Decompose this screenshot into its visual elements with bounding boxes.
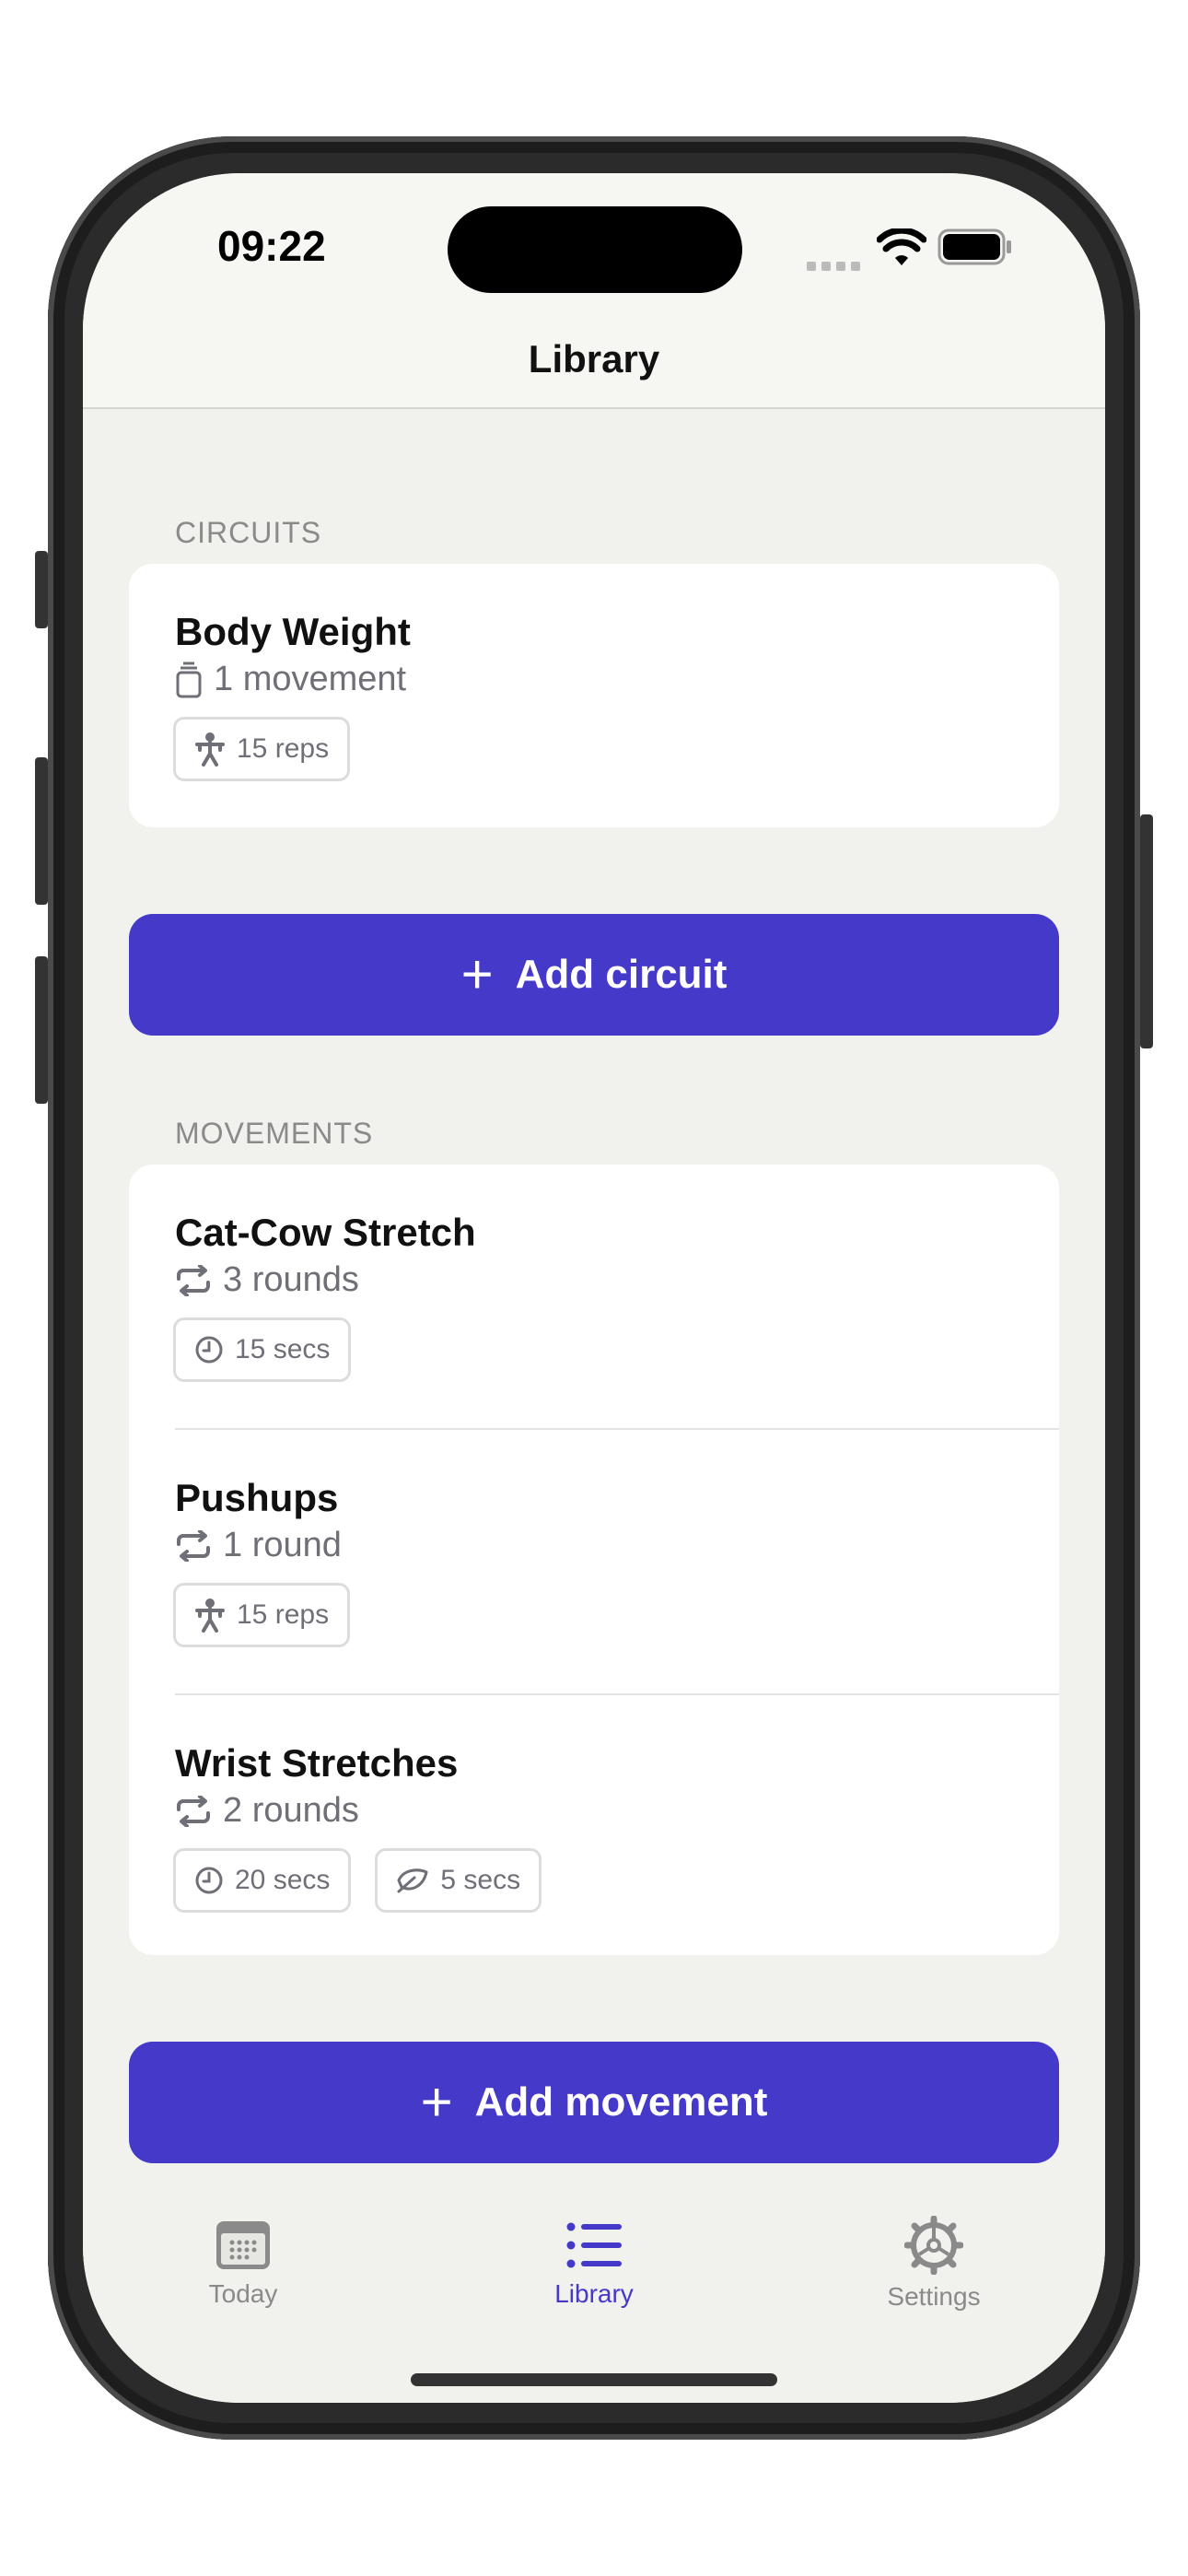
chip-label: 15 reps <box>237 1599 330 1630</box>
repeat-icon <box>177 1795 210 1827</box>
movement-row[interactable]: Wrist Stretches 2 rounds 20 secs 5 secs <box>129 1695 1059 1955</box>
page-title: Library <box>528 337 660 381</box>
circuit-chips: 15 reps <box>173 717 351 781</box>
circuit-title: Body Weight <box>175 610 411 653</box>
silent-switch <box>35 551 48 628</box>
status-bar: 09:22 <box>83 173 1105 311</box>
chip-label: 5 secs <box>440 1865 521 1895</box>
movement-subtitle: 1 round <box>175 1526 342 1565</box>
figure-icon <box>195 1598 225 1633</box>
stack-icon <box>176 662 202 697</box>
dynamic-island <box>448 206 742 293</box>
repeat-icon <box>177 1529 210 1562</box>
chip: 20 secs <box>173 1848 352 1913</box>
chip: 15 secs <box>173 1317 352 1382</box>
repeat-icon <box>177 1264 210 1296</box>
movement-row[interactable]: Pushups 1 round 15 reps <box>129 1430 1059 1693</box>
circuits-section-label: CIRCUITS <box>175 516 322 549</box>
calendar-icon <box>216 2221 270 2269</box>
tab-settings[interactable]: Settings <box>814 2200 1054 2312</box>
list-icon <box>566 2222 622 2268</box>
add-circuit-button[interactable]: + Add circuit <box>129 914 1059 1036</box>
chip: 15 reps <box>173 1583 351 1647</box>
movement-subtitle: 2 rounds <box>175 1791 359 1831</box>
tab-bar: Today Library Settings <box>83 2200 1105 2403</box>
home-indicator[interactable] <box>411 2373 777 2386</box>
status-time: 09:22 <box>217 222 326 270</box>
gear-icon <box>904 2216 963 2275</box>
movement-rounds: 1 round <box>223 1526 342 1564</box>
cellular-icon <box>807 262 860 271</box>
wifi-icon <box>877 228 926 265</box>
movements-card: Cat-Cow Stretch 3 rounds 15 secs Pushups… <box>129 1165 1059 1955</box>
power-button <box>1140 814 1153 1048</box>
plus-icon: + <box>460 943 494 1005</box>
navigation-bar: Library <box>83 311 1105 409</box>
leaf-icon <box>397 1868 428 1893</box>
figure-icon <box>195 732 225 767</box>
movement-title: Wrist Stretches <box>175 1741 459 1785</box>
movements-section-label: MOVEMENTS <box>175 1117 374 1150</box>
chip-label: 20 secs <box>235 1865 331 1895</box>
battery-icon <box>938 228 1011 265</box>
movement-chips: 15 reps <box>173 1583 351 1647</box>
chip: 5 secs <box>375 1848 542 1913</box>
movement-subtitle: 3 rounds <box>175 1260 359 1300</box>
circuit-row[interactable]: Body Weight 1 movement 15 reps <box>129 564 1059 827</box>
movement-title: Pushups <box>175 1476 339 1519</box>
tab-settings-label: Settings <box>887 2282 981 2311</box>
add-movement-label: Add movement <box>474 2079 768 2125</box>
movement-chips: 20 secs 5 secs <box>173 1848 542 1913</box>
circuit-movement-count: 1 movement <box>214 660 407 698</box>
chip-label: 15 reps <box>237 733 330 764</box>
clock-icon <box>195 1867 223 1894</box>
app-screen: 09:22 Library CIRCUITS Body Weight 1 mov… <box>83 173 1105 2403</box>
chip: 15 reps <box>173 717 351 781</box>
plus-icon: + <box>420 2071 453 2133</box>
tab-library-label: Library <box>554 2279 634 2308</box>
volume-down-button <box>35 956 48 1104</box>
tab-today[interactable]: Today <box>123 2200 363 2309</box>
movement-rounds: 3 rounds <box>223 1260 359 1299</box>
clock-icon <box>195 1336 223 1364</box>
tab-library[interactable]: Library <box>474 2200 714 2309</box>
movement-title: Cat-Cow Stretch <box>175 1211 476 1254</box>
circuit-subtitle: 1 movement <box>175 660 406 699</box>
volume-up-button <box>35 757 48 905</box>
tab-today-label: Today <box>208 2279 278 2308</box>
add-movement-button[interactable]: + Add movement <box>129 2042 1059 2163</box>
add-circuit-label: Add circuit <box>515 952 728 997</box>
chip-label: 15 secs <box>235 1334 331 1364</box>
movement-chips: 15 secs <box>173 1317 352 1382</box>
movement-rounds: 2 rounds <box>223 1791 359 1830</box>
circuits-card: Body Weight 1 movement 15 reps <box>129 564 1059 827</box>
movement-row[interactable]: Cat-Cow Stretch 3 rounds 15 secs <box>129 1165 1059 1428</box>
